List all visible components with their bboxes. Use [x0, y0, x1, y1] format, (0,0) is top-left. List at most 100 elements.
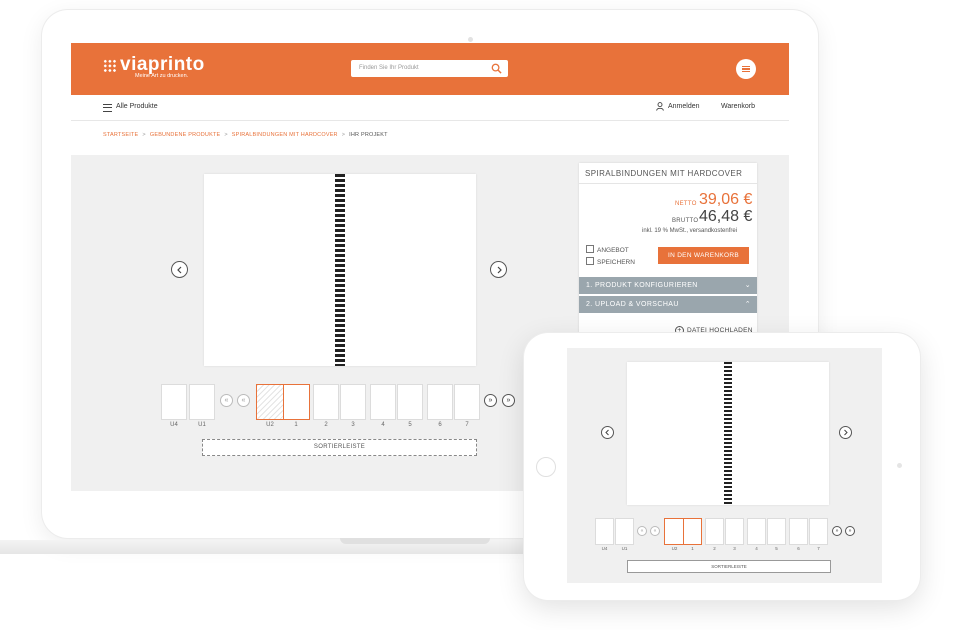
sort-bar[interactable]: SORTIERLEISTE — [627, 560, 831, 573]
brand-tagline: Meine Art zu drucken. — [135, 73, 189, 79]
thumb-page-2[interactable] — [705, 518, 724, 545]
first-page-button[interactable]: « — [637, 526, 647, 536]
brutto-price: 46,48 € — [699, 208, 753, 225]
tablet-camera — [897, 463, 902, 468]
breadcrumb-separator: > — [341, 132, 346, 138]
chevron-right-icon — [497, 266, 502, 274]
thumb-page-3[interactable] — [340, 384, 366, 420]
spiral-binding — [335, 174, 345, 366]
thumb-label: 2 — [713, 546, 716, 551]
save-icon — [586, 257, 594, 265]
cart-link[interactable]: Warenkorb — [721, 103, 755, 110]
hamburger-icon[interactable] — [103, 104, 112, 112]
offer-label: ANGEBOT — [597, 247, 629, 254]
prev-page-arrow[interactable] — [171, 261, 188, 278]
thumb-u2-selected[interactable] — [664, 518, 683, 545]
nav-bar: Alle Produkte Anmelden Warenkorb — [71, 95, 789, 121]
thumb-page-1-selected[interactable] — [283, 384, 310, 420]
menu-icon — [742, 68, 750, 70]
sort-bar[interactable]: SORTIERLEISTE — [202, 439, 477, 456]
spiral-binding — [724, 362, 732, 505]
thumb-page-1-selected[interactable] — [683, 518, 702, 545]
save-link[interactable]: SPEICHERN — [586, 257, 635, 266]
login-link[interactable]: Anmelden — [668, 103, 700, 110]
next-spread-button[interactable]: » — [832, 526, 842, 536]
breadcrumb: STARTSEITE > GEBUNDENE PRODUKTE > SPIRALBIND… — [103, 132, 388, 138]
all-products-link[interactable]: Alle Produkte — [116, 103, 158, 110]
thumb-u4[interactable] — [595, 518, 614, 545]
thumb-label: 7 — [817, 546, 820, 551]
thumb-label: 4 — [755, 546, 758, 551]
netto-label: NETTO — [675, 201, 697, 207]
thumb-label: U1 — [198, 422, 206, 428]
save-label: SPEICHERN — [597, 259, 635, 266]
thumb-label: 1 — [691, 546, 694, 551]
tablet-next-arrow[interactable] — [839, 426, 852, 439]
chevron-right-icon — [844, 429, 848, 436]
thumb-u2-selected[interactable] — [256, 384, 284, 420]
thumb-label: U4 — [170, 422, 178, 428]
offer-link[interactable]: ANGEBOT — [586, 245, 629, 254]
thumb-page-2[interactable] — [313, 384, 339, 420]
menu-icon — [742, 65, 750, 67]
step-configure-label: 1. PRODUKT KONFIGURIEREN — [586, 282, 698, 289]
breadcrumb-item[interactable]: GEBUNDENE PRODUKTE — [150, 132, 221, 138]
thumb-label: 2 — [324, 422, 328, 428]
thumb-label: 6 — [438, 422, 442, 428]
first-page-button[interactable]: « — [220, 394, 233, 407]
logo-dots-icon — [103, 59, 117, 73]
thumb-page-4[interactable] — [747, 518, 766, 545]
thumb-label: U2 — [671, 546, 678, 551]
thumb-u1[interactable] — [615, 518, 634, 545]
chevron-down-icon: ⌄ — [744, 282, 751, 289]
product-panel: SPIRALBINDUNGEN MIT HARDCOVER NETTO 39,0… — [579, 163, 757, 343]
add-to-cart-button[interactable]: IN DEN WARENKORB — [658, 247, 749, 264]
tablet-prev-arrow[interactable] — [601, 426, 614, 439]
thumb-page-3[interactable] — [725, 518, 744, 545]
thumb-label: 7 — [465, 422, 469, 428]
thumb-page-5[interactable] — [767, 518, 786, 545]
step-upload-label: 2. UPLOAD & VORSCHAU — [586, 301, 679, 308]
netto-price: 39,06 € — [699, 191, 753, 208]
thumb-page-6[interactable] — [789, 518, 808, 545]
step-upload[interactable]: 2. UPLOAD & VORSCHAU ⌃ — [579, 296, 757, 313]
thumb-page-7[interactable] — [454, 384, 480, 420]
thumb-page-4[interactable] — [370, 384, 396, 420]
brutto-label: BRUTTO — [672, 218, 699, 224]
user-icon — [656, 102, 664, 111]
laptop-notch — [340, 538, 490, 544]
prev-spread-button[interactable]: « — [650, 526, 660, 536]
chevron-left-icon — [605, 429, 609, 436]
thumb-label: 6 — [797, 546, 800, 551]
thumb-u4[interactable] — [161, 384, 187, 420]
tablet-screen: U4 U1 « « U2 1 2 3 4 5 6 7 » » SORTIERLE… — [567, 348, 882, 583]
thumb-page-7[interactable] — [809, 518, 828, 545]
breadcrumb-item[interactable]: STARTSEITE — [103, 132, 138, 138]
product-title: SPIRALBINDUNGEN MIT HARDCOVER — [585, 169, 743, 178]
next-page-arrow[interactable] — [490, 261, 507, 278]
page-thumbnails: U4 U1 « « U2 1 2 3 4 5 6 7 » » — [161, 384, 561, 434]
prev-spread-button[interactable]: « — [237, 394, 250, 407]
last-page-button[interactable]: » — [845, 526, 855, 536]
step-configure[interactable]: 1. PRODUKT KONFIGURIEREN ⌄ — [579, 277, 757, 294]
next-spread-button[interactable]: » — [484, 394, 497, 407]
last-page-button[interactable]: » — [502, 394, 515, 407]
thumb-page-6[interactable] — [427, 384, 453, 420]
menu-icon — [742, 71, 750, 73]
breadcrumb-separator: > — [224, 132, 228, 138]
tablet-frame: U4 U1 « « U2 1 2 3 4 5 6 7 » » SORTIERLE… — [524, 333, 920, 600]
search-input[interactable]: Finden Sie Ihr Produkt — [351, 60, 508, 77]
thumb-label: U4 — [601, 546, 608, 551]
thumb-label: U2 — [266, 422, 274, 428]
document-icon — [586, 245, 594, 253]
thumb-label: 5 — [408, 422, 412, 428]
thumb-page-5[interactable] — [397, 384, 423, 420]
menu-button[interactable] — [736, 59, 756, 79]
thumb-u1[interactable] — [189, 384, 215, 420]
thumb-label: 5 — [775, 546, 778, 551]
divider — [579, 183, 757, 184]
breadcrumb-item[interactable]: SPIRALBINDUNGEN MIT HARDCOVER — [232, 132, 338, 138]
search-icon[interactable] — [491, 63, 502, 74]
thumb-label: 1 — [294, 422, 298, 428]
tablet-thumbnails: U4 U1 « « U2 1 2 3 4 5 6 7 » » — [595, 518, 875, 558]
